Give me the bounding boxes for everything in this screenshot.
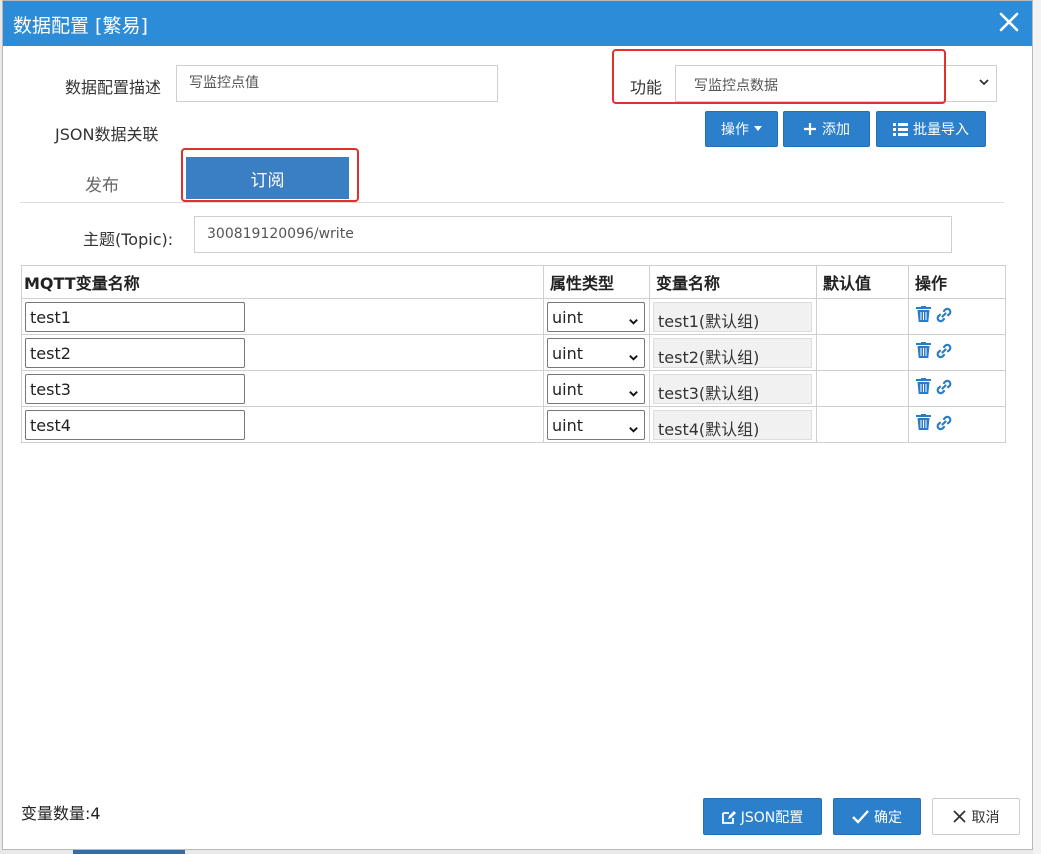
table-row: test2 uint test2(默认组) [21, 334, 1006, 371]
header-attr-type: 属性类型 [543, 265, 650, 299]
var-name-field: test3(默认组) [653, 373, 812, 404]
trash-icon[interactable] [916, 378, 931, 399]
table-header-row: MQTT变量名称 属性类型 变量名称 默认值 操作 [21, 265, 1006, 299]
topic-input[interactable]: 300819120096/write [194, 216, 952, 253]
chevron-down-icon [628, 420, 639, 439]
header-operation: 操作 [908, 265, 1006, 299]
chevron-down-icon [978, 76, 990, 92]
variable-table: MQTT变量名称 属性类型 变量名称 默认值 操作 test1 uint tes… [21, 265, 1006, 443]
attr-type-value: uint [552, 307, 583, 327]
operate-label: 操作 [721, 122, 749, 138]
background-taskbar-item [73, 850, 185, 854]
highlight-box-function [612, 49, 946, 104]
chevron-down-icon [628, 312, 639, 331]
tab-divider [20, 202, 1004, 203]
background-window-edge [1033, 0, 1041, 854]
dialog-title: 数据配置 [繁易] [13, 15, 148, 37]
mqtt-name-input[interactable]: test2 [25, 337, 245, 368]
default-value-cell[interactable] [816, 370, 909, 407]
highlight-box-subscribe [181, 148, 359, 202]
mqtt-name-input[interactable]: test1 [25, 301, 245, 332]
table-row: test1 uint test1(默认组) [21, 298, 1006, 335]
data-config-dialog: 数据配置 [繁易] 数据配置描述 写监控点值 功能 写监控点数据 JSON数据关… [2, 0, 1033, 850]
close-icon[interactable] [994, 7, 1024, 37]
attr-type-value: uint [552, 379, 583, 399]
trash-icon[interactable] [916, 306, 931, 327]
attr-type-select[interactable]: uint [547, 301, 645, 332]
json-label: JSON数据关联 [55, 125, 159, 144]
link-icon[interactable] [935, 414, 953, 436]
variable-count: 变量数量:4 [21, 804, 101, 823]
table-row: test4 uint test4(默认组) [21, 406, 1006, 443]
json-config-label: JSON配置 [740, 809, 804, 826]
batch-import-button[interactable]: 批量导入 [876, 111, 986, 147]
json-config-button[interactable]: JSON配置 [703, 798, 822, 835]
add-label: 添加 [822, 122, 850, 138]
x-icon [952, 810, 966, 823]
attr-type-value: uint [552, 343, 583, 363]
mqtt-name-input[interactable]: test3 [25, 373, 245, 404]
header-default: 默认值 [816, 265, 909, 299]
var-name-field: test4(默认组) [653, 409, 812, 440]
import-label: 批量导入 [913, 122, 969, 138]
desc-input[interactable]: 写监控点值 [176, 65, 498, 102]
operate-dropdown-button[interactable]: 操作 [705, 111, 778, 147]
table-row: test3 uint test3(默认组) [21, 370, 1006, 407]
cancel-button[interactable]: 取消 [932, 798, 1020, 835]
header-mqtt-name: MQTT变量名称 [21, 265, 544, 299]
confirm-button[interactable]: 确定 [833, 798, 921, 835]
check-icon [852, 809, 869, 824]
dialog-titlebar: 数据配置 [繁易] [3, 1, 1032, 46]
default-value-cell[interactable] [816, 334, 909, 371]
attr-type-select[interactable]: uint [547, 409, 645, 440]
list-icon [893, 122, 908, 136]
link-icon[interactable] [935, 306, 953, 328]
link-icon[interactable] [935, 342, 953, 364]
add-button[interactable]: 添加 [783, 111, 870, 147]
var-name-field: test1(默认组) [653, 301, 812, 332]
desc-label: 数据配置描述 [65, 78, 162, 97]
tab-publish[interactable]: 发布 [85, 171, 119, 196]
attr-type-select[interactable]: uint [547, 373, 645, 404]
confirm-label: 确定 [874, 809, 902, 826]
edit-icon [721, 810, 736, 824]
chevron-down-icon [628, 384, 639, 403]
default-value-cell[interactable] [816, 298, 909, 335]
attr-type-select[interactable]: uint [547, 337, 645, 368]
caret-down-icon [754, 126, 762, 131]
link-icon[interactable] [935, 378, 953, 400]
default-value-cell[interactable] [816, 406, 909, 443]
header-var-name: 变量名称 [649, 265, 817, 299]
chevron-down-icon [628, 348, 639, 367]
topic-label: 主题(Topic): [83, 230, 174, 249]
var-name-field: test2(默认组) [653, 337, 812, 368]
trash-icon[interactable] [916, 342, 931, 363]
cancel-label: 取消 [971, 809, 1000, 826]
attr-type-value: uint [552, 415, 583, 435]
trash-icon[interactable] [916, 414, 931, 435]
plus-icon [804, 123, 816, 135]
mqtt-name-input[interactable]: test4 [25, 409, 245, 440]
